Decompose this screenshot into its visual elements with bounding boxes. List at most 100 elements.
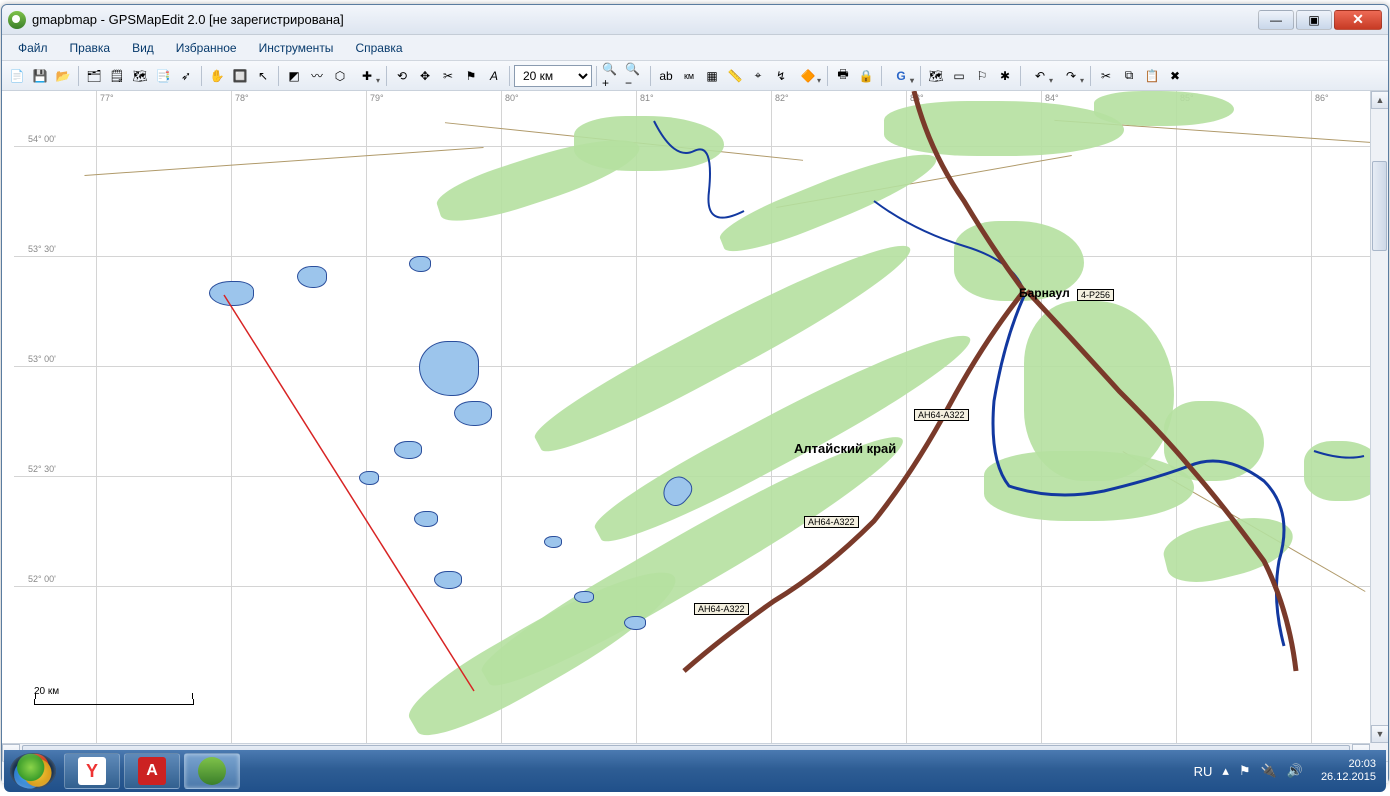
polyline-icon[interactable]: 〰 (306, 65, 328, 87)
save-icon[interactable]: 💾 (29, 65, 51, 87)
road-tag: 4-Р256 (1077, 289, 1114, 301)
snap-icon[interactable]: ⌖ (747, 65, 769, 87)
lake (394, 441, 422, 459)
undo-icon[interactable]: ↶ (1025, 65, 1055, 87)
trim-icon[interactable]: ✂ (437, 65, 459, 87)
lon-tick: 82° (775, 93, 789, 103)
lake (359, 471, 379, 485)
lon-tick: 83° (910, 93, 924, 103)
lat-tick: 52° 30' (28, 464, 56, 474)
edit-node-icon[interactable]: ◩ (283, 65, 305, 87)
menu-file[interactable]: Файл (8, 37, 58, 59)
region-label: Алтайский край (794, 441, 896, 456)
redo-icon[interactable]: ↷ (1056, 65, 1086, 87)
lat-tick: 53° 00' (28, 354, 56, 364)
cut-icon[interactable]: ✂ (1095, 65, 1117, 87)
menubar: Файл Правка Вид Избранное Инструменты Сп… (2, 35, 1388, 61)
zoom-out-icon[interactable]: 🔍− (624, 65, 646, 87)
task-yandex[interactable]: Y (64, 753, 120, 789)
pan-icon[interactable]: ✋ (206, 65, 228, 87)
app-icon (8, 11, 26, 29)
ruler-icon[interactable]: 📏 (724, 65, 746, 87)
titlebar[interactable]: gmapbmap - GPSMapEdit 2.0 [не зарегистри… (2, 5, 1388, 35)
copy-icon[interactable]: ⧉ (1118, 65, 1140, 87)
tray-volume-icon[interactable]: 🔊 (1287, 763, 1303, 779)
tray-power-icon[interactable]: 🔌 (1261, 763, 1277, 779)
tray-chevron-icon[interactable]: ▴ (1222, 763, 1229, 779)
waypoint-icon[interactable]: ⚐ (971, 65, 993, 87)
vertical-scrollbar[interactable]: ▲ ▼ (1370, 91, 1388, 743)
scroll-thumb[interactable] (1372, 161, 1387, 251)
forest (1094, 91, 1234, 126)
polygon-icon[interactable]: ⬡ (329, 65, 351, 87)
taskbar[interactable]: Y A RU ▴ ⚑ 🔌 🔊 20:03 26.12.2015 (4, 750, 1386, 792)
lake (209, 281, 254, 306)
minimize-button[interactable]: — (1258, 10, 1294, 30)
maximize-button[interactable]: ▣ (1296, 10, 1332, 30)
zoom-rect-icon[interactable]: 🔲 (229, 65, 251, 87)
forest (1159, 506, 1298, 591)
separator (278, 66, 279, 86)
separator (1090, 66, 1091, 86)
map-viewport[interactable]: 77° 78° 79° 80° 81° 82° 83° 84° 85° 86° … (2, 91, 1388, 761)
objects-icon[interactable]: 🗺 (129, 65, 151, 87)
layers-icon[interactable]: 🗂 (83, 65, 105, 87)
separator (201, 66, 202, 86)
open-icon[interactable]: 📂 (52, 65, 74, 87)
bookmarks-icon[interactable]: 📑 (152, 65, 174, 87)
close-button[interactable]: ✕ (1334, 10, 1382, 30)
labels-icon[interactable]: ab (655, 65, 677, 87)
flag-icon[interactable]: ⚑ (460, 65, 482, 87)
grid-icon[interactable]: ▦ (701, 65, 723, 87)
tray-lang[interactable]: RU (1194, 764, 1213, 779)
admin-border (84, 147, 483, 176)
text-style-icon[interactable]: A (483, 65, 505, 87)
window-controls: — ▣ ✕ (1258, 10, 1382, 30)
forest (527, 225, 921, 466)
move-icon[interactable]: ✥ (414, 65, 436, 87)
task-gpsmapedit[interactable] (184, 753, 240, 789)
select-icon[interactable]: ↖ (252, 65, 274, 87)
menu-tools[interactable]: Инструменты (249, 37, 344, 59)
blank-icon[interactable]: ▭ (948, 65, 970, 87)
lon-tick: 84° (1045, 93, 1059, 103)
tray-flag-icon[interactable]: ⚑ (1239, 763, 1251, 779)
task-adobe[interactable]: A (124, 753, 180, 789)
properties-icon[interactable]: 🗒 (106, 65, 128, 87)
lake (409, 256, 431, 272)
rotate-icon[interactable]: ⟲ (391, 65, 413, 87)
lat-tick: 54° 00' (28, 134, 56, 144)
tray-clock[interactable]: 20:03 26.12.2015 (1321, 758, 1376, 784)
lat-tick: 52° 00' (28, 574, 56, 584)
lake (574, 591, 594, 603)
zoom-in-icon[interactable]: 🔍+ (601, 65, 623, 87)
separator (650, 66, 651, 86)
google-icon[interactable]: G (886, 65, 916, 87)
menu-favorites[interactable]: Избранное (166, 37, 247, 59)
poi-icon[interactable]: ✱ (994, 65, 1016, 87)
separator (596, 66, 597, 86)
paste-icon[interactable]: 📋 (1141, 65, 1163, 87)
export-map-icon[interactable]: 🗺 (925, 65, 947, 87)
lon-tick: 77° (100, 93, 114, 103)
forest (574, 116, 724, 171)
start-button[interactable] (10, 753, 56, 789)
map-canvas[interactable]: 77° 78° 79° 80° 81° 82° 83° 84° 85° 86° … (14, 91, 1370, 743)
km-icon[interactable]: км (678, 65, 700, 87)
new-icon[interactable]: 📄 (6, 65, 28, 87)
scroll-down-icon[interactable]: ▼ (1371, 725, 1388, 743)
routing-icon[interactable]: ↯ (770, 65, 792, 87)
menu-view[interactable]: Вид (122, 37, 164, 59)
delete-icon[interactable]: ✖ (1164, 65, 1186, 87)
colors-icon[interactable]: 🔶 (793, 65, 823, 87)
scale-select[interactable]: 20 км (514, 65, 592, 87)
print-icon[interactable]: 🖶 (832, 65, 854, 87)
lock-icon[interactable]: 🔒 (855, 65, 877, 87)
lon-tick: 79° (370, 93, 384, 103)
menu-help[interactable]: Справка (345, 37, 412, 59)
create-object-icon[interactable]: ✚ (352, 65, 382, 87)
scroll-up-icon[interactable]: ▲ (1371, 91, 1388, 109)
menu-edit[interactable]: Правка (60, 37, 121, 59)
lake (414, 511, 438, 527)
tracks-icon[interactable]: ➶ (175, 65, 197, 87)
